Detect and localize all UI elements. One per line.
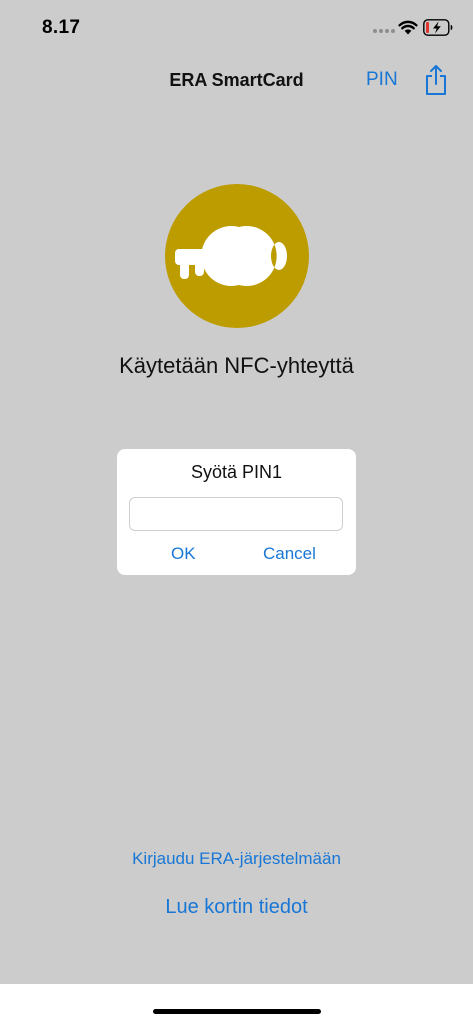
home-indicator[interactable] [153,1009,321,1014]
signal-icon [373,29,395,34]
status-bar: 8.17 [0,0,473,56]
share-icon[interactable] [423,64,449,96]
cancel-button[interactable]: Cancel [263,544,316,564]
pin-button[interactable]: PIN [366,69,398,91]
status-time: 8.17 [42,17,81,38]
nfc-status-text: Käytetään NFC-yhteyttä [119,353,354,378]
bottom-area [0,984,473,1024]
navigation-bar: ERA SmartCard PIN [0,56,473,106]
ok-button[interactable]: OK [171,544,196,564]
dialog-title: Syötä PIN1 [190,462,283,482]
key-icon-circle [165,184,309,328]
pin-input[interactable] [129,497,343,531]
read-card-link[interactable]: Lue kortin tiedot [0,896,473,919]
nav-title: ERA SmartCard [169,70,304,90]
pin-dialog: Syötä PIN1 OK Cancel [117,449,356,575]
key-icon [175,226,287,286]
battery-charging-icon [423,19,453,36]
login-link[interactable]: Kirjaudu ERA-järjestelmään [0,849,473,869]
wifi-icon [398,20,418,35]
